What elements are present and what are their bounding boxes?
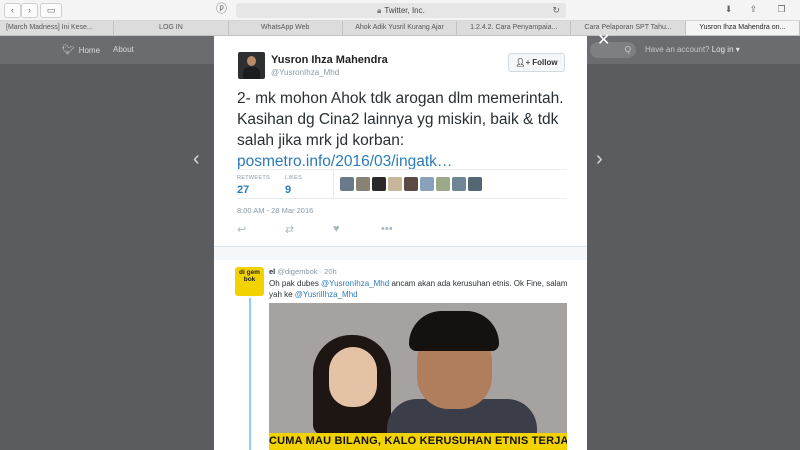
likers-avatars — [340, 177, 482, 191]
login-area: Have an account? Log in ▾ — [645, 45, 740, 54]
tab[interactable]: [March Madness] Ini Kese... — [0, 21, 115, 35]
reply-author-name: el — [269, 267, 276, 276]
follow-label: Follow — [532, 58, 558, 67]
sidebar-icon: ▭ — [46, 5, 56, 15]
download-icon: ⬇ — [724, 4, 733, 14]
tab[interactable]: Cara Pelaporan SPT Tahu... — [571, 21, 686, 35]
search-icon: Q — [624, 45, 631, 54]
reply-icon[interactable]: ↩ — [237, 223, 285, 236]
tab-bar: [March Madness] Ini Kese... LOG IN Whats… — [0, 21, 800, 36]
about-link[interactable]: About — [113, 45, 134, 54]
downloads-button[interactable]: ⬇ — [720, 3, 737, 18]
author-name[interactable]: Yusron Ihza Mahendra — [271, 54, 388, 66]
author-handle[interactable]: @YusronIhza_Mhd — [271, 68, 339, 77]
liker-avatar[interactable] — [452, 177, 466, 191]
liker-avatar[interactable] — [420, 177, 434, 191]
reply-text: Oh pak dubes @YusronIhza_Mhd ancam akan … — [269, 278, 569, 300]
close-modal-icon[interactable]: ✕ — [597, 30, 610, 50]
reply-time: · 20h — [319, 267, 337, 276]
retweets-label: RETWEETS — [237, 175, 270, 181]
browser-toolbar: ‹ › ▭ ⓟ 🔒︎ Twitter, Inc. ↻ ⬇ ⇪ ❐ — [0, 0, 800, 21]
retweet-icon[interactable]: ⇄ — [285, 223, 333, 236]
next-tweet-arrow-icon[interactable]: › — [596, 148, 603, 171]
tweet-modal: Yusron Ihza Mahendra @YusronIhza_Mhd 👤︎+… — [214, 36, 587, 450]
thread-line — [249, 298, 251, 450]
tweet-body: 2- mk mohon Ahok tdk arogan dlm memerint… — [237, 90, 564, 149]
tab[interactable]: WhatsApp Web — [229, 21, 343, 35]
like-heart-icon[interactable]: ♥ — [333, 223, 381, 236]
liker-avatar[interactable] — [436, 177, 450, 191]
photo-woman-face — [329, 347, 377, 407]
photo-man-hair — [409, 311, 499, 351]
avatar[interactable] — [238, 52, 265, 79]
address-text: Twitter, Inc. — [384, 6, 425, 15]
likes-label: LIKES — [285, 175, 303, 181]
tab[interactable]: 1.2.4.2. Cara Penyampaia... — [457, 21, 572, 35]
liker-avatar[interactable] — [356, 177, 370, 191]
reply-author-handle: @digembok — [277, 267, 318, 276]
tab-active[interactable]: Yusron Ihza Mahendra on... — [685, 21, 800, 35]
reply-mention[interactable]: @YusrilIhza_Mhd — [295, 290, 358, 299]
forward-button[interactable]: › — [21, 3, 38, 18]
reply-avatar[interactable]: di gem bok — [235, 267, 264, 296]
reply-mention[interactable]: @YusronIhza_Mhd — [321, 279, 389, 288]
lock-icon: 🔒︎ — [377, 6, 382, 15]
address-bar[interactable]: 🔒︎ Twitter, Inc. ↻ — [236, 3, 566, 18]
liker-avatar[interactable] — [388, 177, 402, 191]
reply-image[interactable]: CUMA MAU BILANG, KALO KERUSUHAN ETNIS TE… — [269, 303, 567, 450]
section-divider — [214, 246, 587, 260]
liker-avatar[interactable] — [372, 177, 386, 191]
pinterest-button[interactable]: ⓟ — [213, 3, 230, 18]
share-icon: ⇪ — [749, 4, 758, 14]
stats-divider — [333, 170, 334, 198]
chevron-left-icon: ‹ — [11, 5, 14, 15]
login-link[interactable]: Log in ▾ — [712, 45, 740, 54]
image-caption: CUMA MAU BILANG, KALO KERUSUHAN ETNIS TE… — [269, 433, 567, 450]
more-icon[interactable]: ••• — [381, 223, 429, 236]
reload-icon[interactable]: ↻ — [552, 3, 560, 18]
add-user-icon: 👤︎+ — [515, 58, 531, 67]
sidebar-button[interactable]: ▭ — [40, 3, 62, 18]
twitter-bird-icon: 🐦︎ — [62, 45, 75, 56]
reply-text-part: Oh pak dubes — [269, 279, 322, 288]
tweet-link[interactable]: posmetro.info/2016/03/ingatk… — [237, 153, 452, 170]
liker-avatar[interactable] — [468, 177, 482, 191]
tab[interactable]: Ahok Adik Yusril Kurang Ajar — [343, 21, 458, 35]
follow-button[interactable]: 👤︎+ Follow — [508, 53, 565, 72]
tabs-overview-button[interactable]: ❐ — [773, 3, 790, 18]
share-button[interactable]: ⇪ — [745, 3, 762, 18]
tweet-actions: ↩ ⇄ ♥ ••• — [237, 223, 429, 236]
home-link[interactable]: 🐦︎ Home — [62, 45, 100, 56]
tweet-text: 2- mk mohon Ahok tdk arogan dlm memerint… — [237, 88, 577, 172]
tab[interactable]: LOG IN — [114, 21, 229, 35]
home-label: Home — [78, 46, 101, 55]
retweets-count: 27 — [237, 184, 250, 196]
likes-stat[interactable]: LIKES 9 — [285, 175, 302, 196]
tweet-timestamp[interactable]: 8:00 AM - 28 Mar 2016 — [237, 206, 313, 215]
back-button[interactable]: ‹ — [4, 3, 21, 18]
retweets-stat[interactable]: RETWEETS 27 — [237, 175, 270, 196]
chevron-right-icon: › — [28, 5, 31, 15]
tweet-stats: RETWEETS 27 LIKES 9 — [237, 169, 567, 199]
reply-author[interactable]: el @digembok · 20h — [269, 267, 337, 276]
login-prefix: Have an account? — [645, 45, 710, 54]
likes-count: 9 — [285, 184, 292, 196]
pinterest-icon: ⓟ — [216, 3, 227, 15]
liker-avatar[interactable] — [340, 177, 354, 191]
liker-avatar[interactable] — [404, 177, 418, 191]
previous-tweet-arrow-icon[interactable]: ‹ — [193, 148, 200, 171]
tabs-icon: ❐ — [777, 4, 786, 14]
